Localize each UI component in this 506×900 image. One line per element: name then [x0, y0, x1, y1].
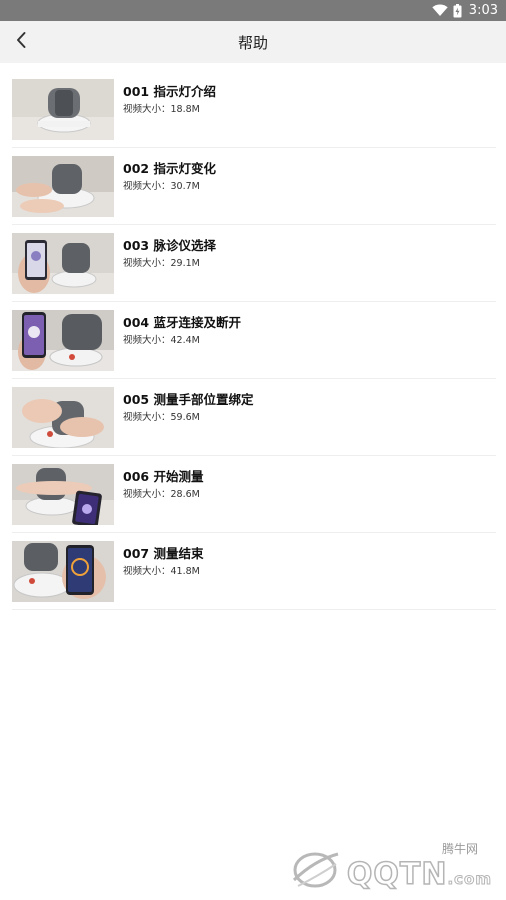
video-size: 视频大小：41.8M	[123, 566, 200, 577]
back-button[interactable]	[4, 25, 38, 59]
video-thumbnail	[12, 79, 114, 140]
video-title: 005 测量手部位置绑定	[123, 392, 254, 407]
video-thumbnail	[12, 541, 114, 602]
video-size: 视频大小：18.8M	[123, 104, 200, 115]
status-time: 3:03	[468, 3, 498, 18]
video-title: 006 开始测量	[123, 469, 204, 484]
video-size: 视频大小：42.4M	[123, 335, 200, 346]
video-thumbnail	[12, 387, 114, 448]
video-title: 004 蓝牙连接及断开	[123, 315, 241, 330]
video-thumbnail	[12, 310, 114, 371]
qqtn-logo-icon	[292, 852, 339, 888]
video-list-item[interactable]: 006 开始测量 视频大小：28.6M	[12, 456, 496, 533]
video-list-item[interactable]: 004 蓝牙连接及断开 视频大小：42.4M	[12, 302, 496, 379]
video-size: 视频大小：28.6M	[123, 489, 200, 500]
status-bar: 3:03	[0, 0, 506, 21]
video-title: 001 指示灯介绍	[123, 84, 216, 99]
battery-icon	[453, 3, 462, 18]
video-size: 视频大小：29.1M	[123, 258, 200, 269]
video-thumbnail	[12, 156, 114, 217]
video-list-item[interactable]: 005 测量手部位置绑定 视频大小：59.6M	[12, 379, 496, 456]
video-list-item[interactable]: 003 脉诊仪选择 视频大小：29.1M	[12, 225, 496, 302]
wifi-icon	[432, 4, 448, 17]
video-size: 视频大小：59.6M	[123, 412, 200, 423]
watermark: 腾牛网 QQTN.com	[290, 838, 500, 896]
video-thumbnail	[12, 464, 114, 525]
app-bar: 帮助	[0, 21, 506, 63]
video-title: 007 测量结束	[123, 546, 204, 561]
video-list-item[interactable]: 007 测量结束 视频大小：41.8M	[12, 533, 496, 610]
video-list: 001 指示灯介绍 视频大小：18.8M 002 指示灯变化 视频大小：30.7…	[0, 71, 506, 610]
video-thumbnail	[12, 233, 114, 294]
video-list-item[interactable]: 001 指示灯介绍 视频大小：18.8M	[12, 71, 496, 148]
chevron-left-icon	[15, 31, 27, 53]
page-title: 帮助	[237, 33, 268, 52]
watermark-logo: QQTN.com	[346, 856, 492, 893]
video-title: 002 指示灯变化	[123, 161, 216, 176]
watermark-cn: 腾牛网	[441, 842, 478, 856]
video-title: 003 脉诊仪选择	[123, 238, 216, 253]
video-list-item[interactable]: 002 指示灯变化 视频大小：30.7M	[12, 148, 496, 225]
video-size: 视频大小：30.7M	[123, 181, 200, 192]
